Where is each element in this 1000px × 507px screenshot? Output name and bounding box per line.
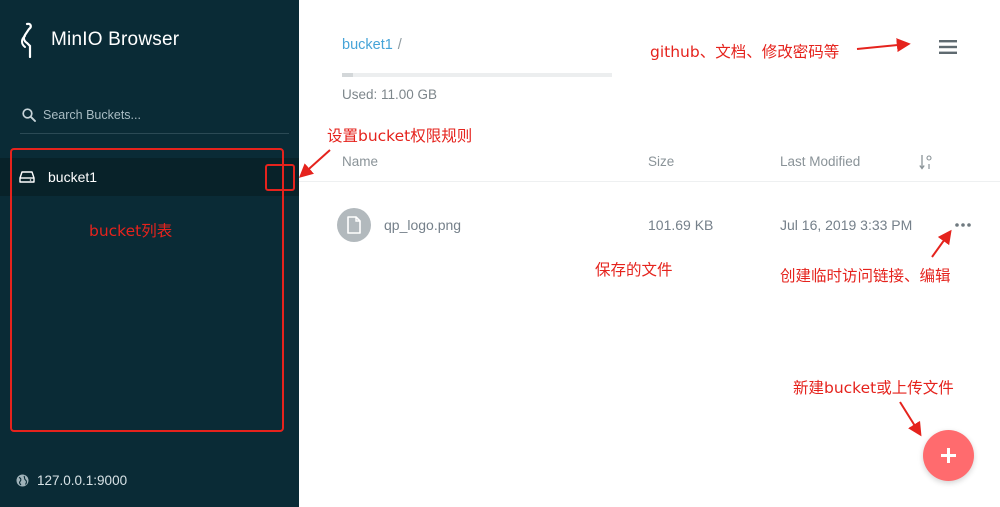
plus-icon (941, 448, 956, 463)
search-box (20, 100, 289, 134)
file-size: 101.69 KB (648, 217, 714, 233)
app-title: MinIO Browser (51, 29, 180, 50)
annotation-bucket-list: bucket列表 (89, 222, 173, 240)
file-row[interactable]: qp_logo.png 101.69 KB Jul 16, 2019 3:33 … (299, 202, 1000, 250)
hamburger-menu-icon (939, 40, 957, 54)
search-buckets-input[interactable] (43, 104, 283, 126)
annotation-menu: github、文档、修改密码等 (650, 43, 840, 61)
menu-arrow (856, 38, 911, 53)
breadcrumb-bucket-link[interactable]: bucket1 (342, 37, 393, 53)
storage-usage-bar (342, 73, 612, 77)
annotation-saved-files: 保存的文件 (595, 261, 673, 279)
bucket-policy-highlight-box (265, 164, 295, 191)
file-icon (347, 216, 361, 234)
minio-logo-icon (21, 22, 32, 58)
file-last-modified: Jul 16, 2019 3:33 PM (780, 217, 913, 233)
annotation-share-edit: 创建临时访问链接、编辑 (780, 267, 951, 285)
globe-icon (16, 474, 29, 487)
column-header-size[interactable]: Size (648, 154, 674, 169)
file-list-header: Name Size Last Modified (299, 142, 1000, 182)
file-name[interactable]: qp_logo.png (384, 217, 461, 233)
file-type-badge[interactable] (337, 208, 371, 242)
search-icon (22, 108, 36, 122)
annotation-bucket-policy: 设置bucket权限规则 (327, 127, 473, 145)
breadcrumb: bucket1/ (342, 37, 402, 53)
bucket-list-highlight-box (10, 148, 284, 432)
server-address: 127.0.0.1:9000 (37, 473, 128, 488)
storage-usage-fill (342, 73, 353, 77)
main-menu-button[interactable] (934, 36, 962, 58)
breadcrumb-separator: / (397, 37, 402, 53)
column-header-name[interactable]: Name (342, 154, 378, 169)
more-dots-icon[interactable] (953, 216, 973, 230)
annotation-create-upload: 新建bucket或上传文件 (793, 379, 954, 397)
fab-arrow (899, 401, 922, 437)
sort-icon[interactable] (919, 153, 933, 171)
storage-used-text: Used: 11.00 GB (342, 87, 438, 102)
column-header-modified[interactable]: Last Modified (780, 154, 860, 169)
create-upload-button[interactable] (923, 430, 974, 481)
